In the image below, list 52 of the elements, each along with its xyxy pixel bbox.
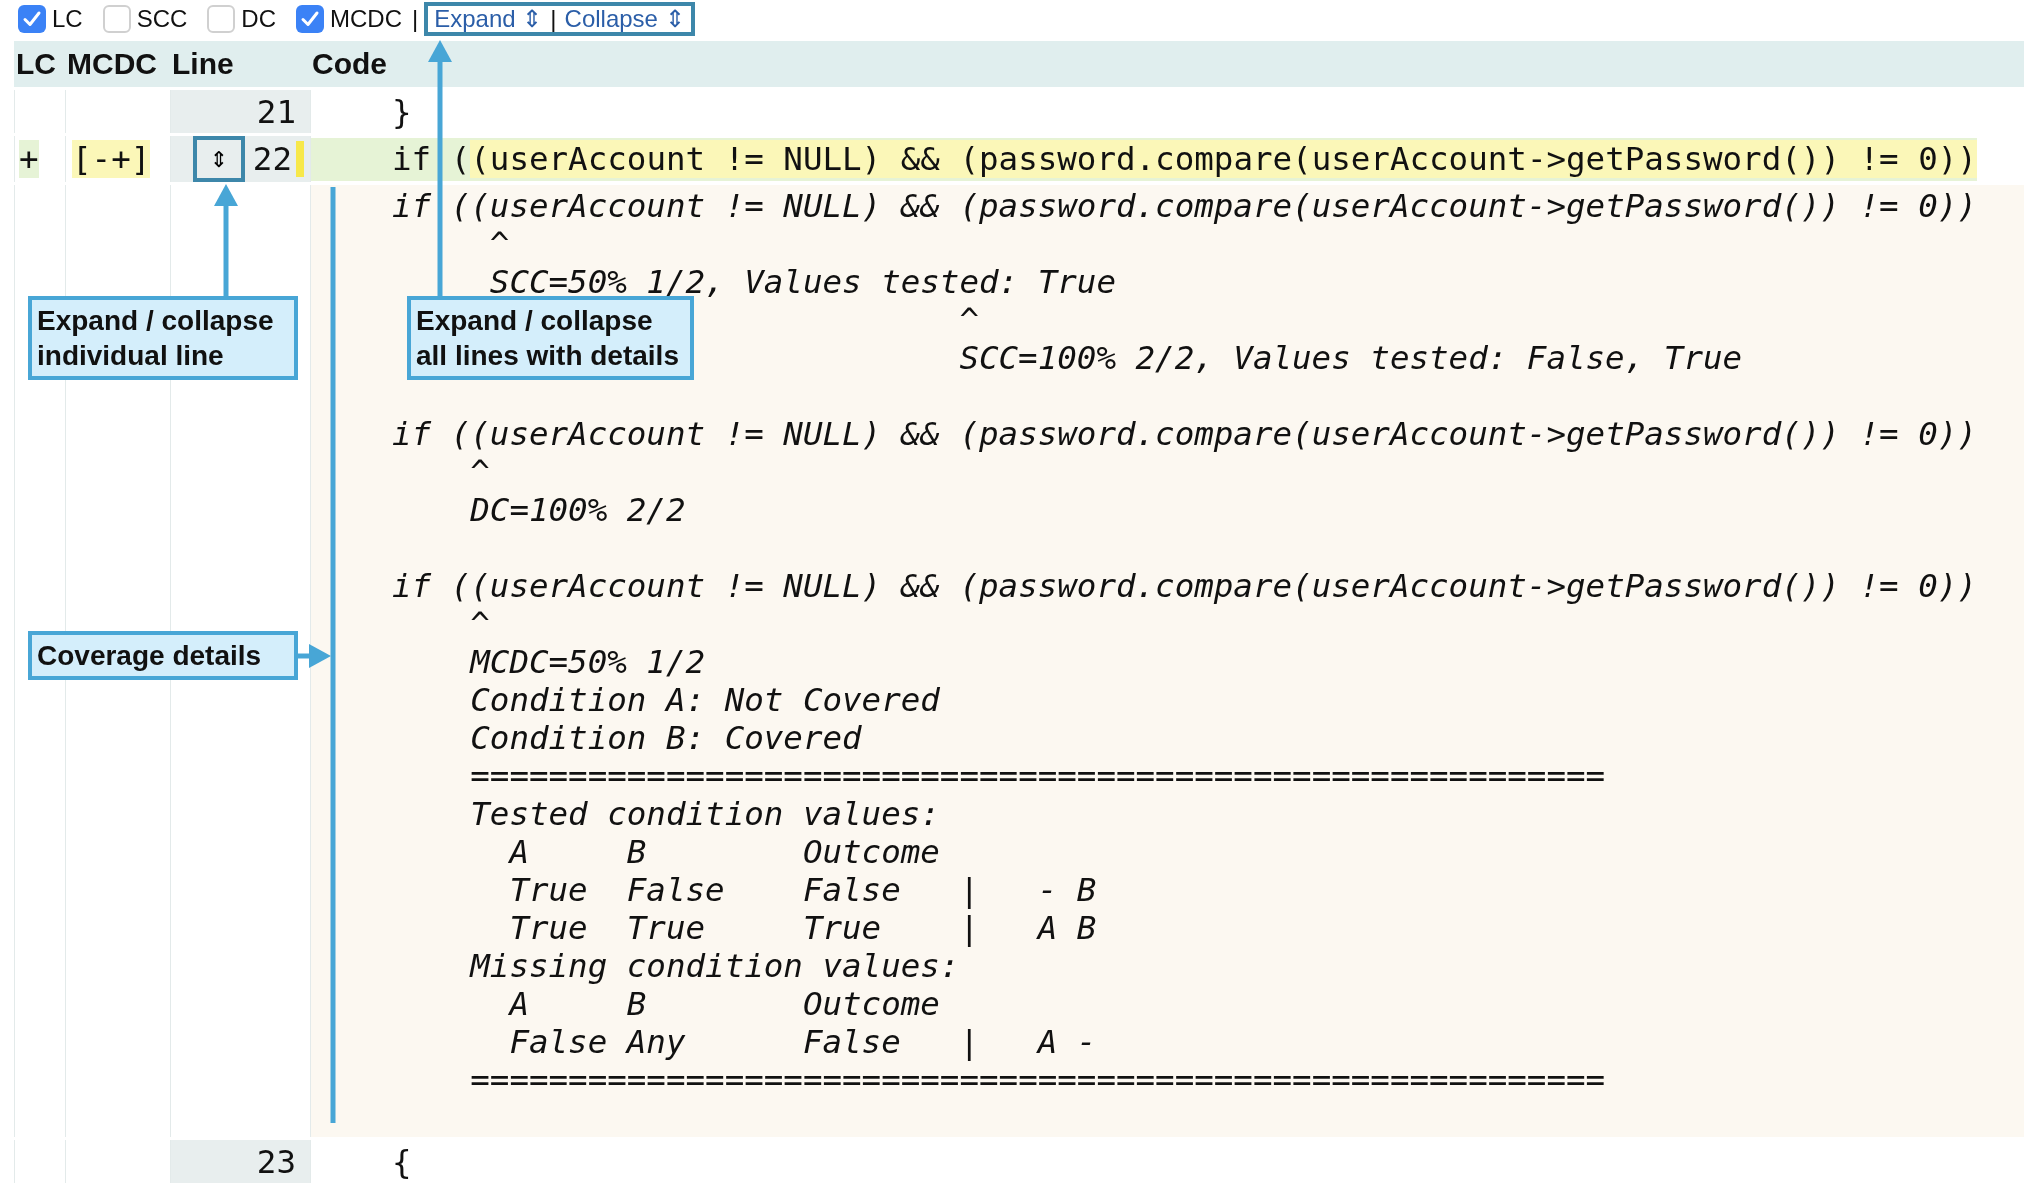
checkbox-label: DC [241, 5, 277, 33]
line-number: 23 [256, 1142, 296, 1181]
separator: | [550, 5, 557, 33]
checkmark-icon [22, 9, 42, 29]
checkbox-label: SCC [136, 5, 188, 33]
checkmark-icon [300, 9, 321, 29]
detail-line: True False False | - B [509, 871, 1097, 909]
detail-line: MCDC=50% 1/2 [470, 643, 706, 681]
detail-line: Tested condition values: [470, 795, 940, 833]
detail-line: DC=100% 2/2 [470, 491, 686, 529]
line-number: 22 [252, 140, 292, 178]
checkbox[interactable] [296, 5, 325, 33]
detail-line: SCC=100% 2/2, Values tested: False, True [959, 339, 1743, 377]
line-number: 21 [256, 92, 296, 131]
callout-arrow [298, 644, 331, 668]
detail-line: True True True | A B [509, 909, 1097, 947]
detail-line: Missing condition values: [470, 947, 960, 985]
detail-line: ^ [470, 453, 490, 491]
column-header: Code [311, 47, 388, 81]
line-coverage-mark: + [19, 140, 39, 178]
code-line: } [392, 92, 412, 131]
collapse-link[interactable]: Collapse ⇕ [564, 5, 685, 33]
checkbox[interactable] [102, 5, 131, 33]
callout: Expand / collapse individual line [28, 296, 298, 380]
column-header: Line [171, 47, 235, 81]
expand-link[interactable]: Expand ⇕ [434, 5, 543, 33]
detail-line: ^ [959, 301, 979, 339]
mcdc-coverage-mark: [-+] [72, 140, 151, 178]
checkbox[interactable] [18, 5, 46, 33]
detail-line: A B Outcome [509, 985, 940, 1023]
checkbox-label: LC [52, 5, 83, 33]
callout: Expand / collapse all lines with details [407, 296, 694, 380]
detail-line: False Any False | A - [509, 1023, 1097, 1061]
detail-line: if ((userAccount != NULL) && (password.compare(userAccount->getPassword()) != 0)) [392, 187, 1977, 225]
detail-line: if ((userAccount != NULL) && (password.compare(userAccount->getPassword()) != 0)) [392, 567, 1977, 605]
coverage-bar [296, 141, 304, 177]
detail-line: A B Outcome [509, 833, 940, 871]
detail-line: if ((userAccount != NULL) && (password.compare(userAccount->getPassword()) != 0)) [392, 415, 1977, 453]
code-line: { [392, 1142, 412, 1181]
detail-line: ^ [470, 605, 490, 643]
detail-line: ========================================================== [470, 1061, 1606, 1099]
column-header: MCDC [66, 47, 158, 81]
detail-line: Condition A: Not Covered [470, 681, 940, 719]
checkbox-label: MCDC [330, 5, 403, 33]
checkbox[interactable] [207, 5, 236, 33]
expand-toggle-button[interactable]: ⇕ [192, 136, 245, 182]
column-header: LC [15, 47, 57, 81]
detail-line: ========================================================== [470, 757, 1606, 795]
separator: | [412, 5, 419, 33]
detail-line: Condition B: Covered [470, 719, 862, 757]
callout: Coverage details [28, 631, 298, 680]
detail-line: ^ [489, 225, 510, 263]
